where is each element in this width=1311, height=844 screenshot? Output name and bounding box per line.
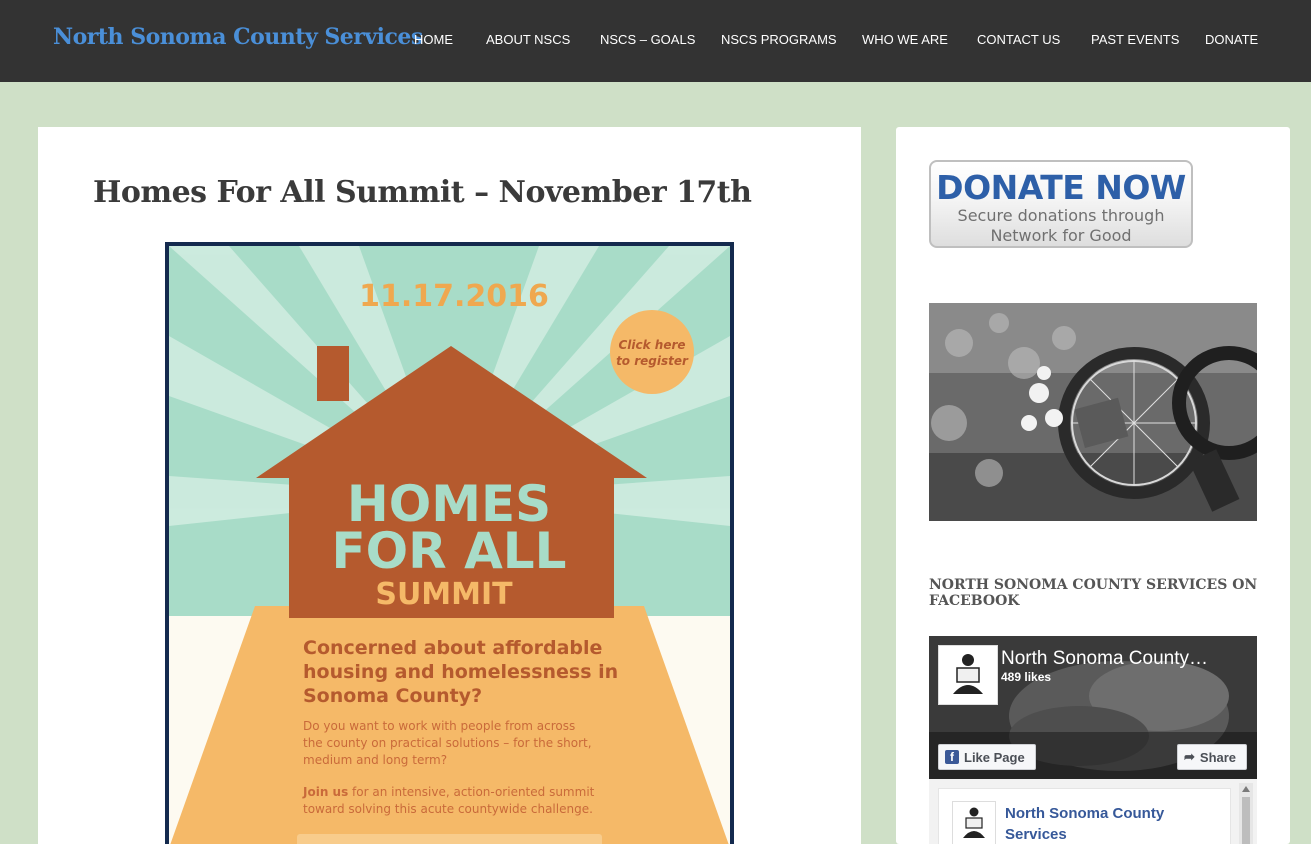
nav-contact-us[interactable]: CONTACT US: [977, 32, 1060, 50]
share-label: Share: [1199, 749, 1237, 765]
facebook-feed-name-line2: Services: [1005, 826, 1067, 843]
poster-body-line2: the county on practical solutions – for …: [303, 736, 592, 750]
nav-nscs-programs[interactable]: NSCS PROGRAMS: [721, 32, 837, 50]
nav-donate[interactable]: DONATE: [1205, 32, 1258, 50]
poster-question-line2: housing and homelessness in: [303, 661, 618, 683]
nav-who-we-are[interactable]: WHO WE ARE: [862, 32, 948, 50]
facebook-widget-title: NORTH SONOMA COUNTY SERVICES ON FACEBOOK: [929, 577, 1258, 609]
facebook-likes-count: 489 likes: [1001, 670, 1052, 684]
facebook-like-page-button[interactable]: f Like Page: [938, 744, 1036, 770]
poster-question-line3: Sonoma County?: [303, 685, 482, 707]
facebook-feed-post: North Sonoma County Services: [938, 788, 1231, 844]
nav-past-events[interactable]: PAST EVENTS: [1091, 32, 1179, 50]
facebook-page-name[interactable]: North Sonoma County…: [1001, 648, 1208, 670]
abandoned-bicycle-photo: [929, 303, 1257, 521]
facebook-feed-avatar-graphic: [953, 802, 995, 844]
scrollbar-thumb[interactable]: [1242, 797, 1250, 844]
poster-question-line1: Concerned about affordable: [303, 637, 602, 659]
facebook-share-button[interactable]: ➦ Share: [1177, 744, 1247, 770]
summit-poster-graphic: 11.17.2016 Click here to register HOMES …: [169, 246, 730, 844]
poster-register-line1: Click here: [618, 338, 685, 352]
facebook-avatar-graphic: [939, 646, 997, 704]
poster-headline-line2: FOR ALL: [332, 522, 567, 580]
donate-now-label: DONATE NOW: [936, 168, 1186, 207]
poster-register-line2: to register: [616, 354, 689, 368]
poster-body-line1: Do you want to work with people from acr…: [303, 719, 575, 733]
donate-now-button[interactable]: DONATE NOW Secure donations through Netw…: [929, 160, 1193, 248]
donate-subtext-line2: Network for Good: [990, 226, 1132, 245]
facebook-f-icon: f: [945, 750, 959, 764]
main-content: Homes For All Summit – November 17th 11.…: [38, 127, 861, 844]
poster-body-line3: medium and long term?: [303, 753, 447, 767]
facebook-feed-avatar[interactable]: [952, 801, 996, 844]
like-page-label: Like Page: [964, 749, 1025, 765]
bicycle-photo-graphic: [929, 303, 1257, 521]
site-title-link[interactable]: North Sonoma County Services: [53, 24, 423, 50]
facebook-cover-image[interactable]: North Sonoma County… 489 likes f Like Pa…: [929, 636, 1257, 779]
facebook-page-widget: North Sonoma County… 489 likes f Like Pa…: [929, 636, 1257, 844]
donate-subtext: Secure donations through Network for Goo…: [931, 206, 1191, 246]
nav-nscs-goals[interactable]: NSCS – GOALS: [600, 32, 695, 50]
site-header: North Sonoma County Services HOME ABOUT …: [0, 0, 1311, 82]
poster-date: 11.17.2016: [359, 279, 549, 314]
donate-subtext-line1: Secure donations through: [957, 206, 1165, 225]
poster-headline-line3: SUMMIT: [375, 577, 513, 612]
facebook-feed-page-name[interactable]: North Sonoma County Services: [1005, 803, 1205, 844]
nav-about-nscs[interactable]: ABOUT NSCS: [486, 32, 570, 50]
poster-join-line2: toward solving this acute countywide cha…: [303, 802, 593, 816]
facebook-feed-scrollbar[interactable]: [1239, 783, 1253, 844]
facebook-feed-name-line1: North Sonoma County: [1005, 805, 1165, 822]
scroll-up-arrow-icon[interactable]: [1242, 786, 1250, 792]
facebook-page-avatar[interactable]: [938, 645, 998, 705]
summit-poster-image[interactable]: 11.17.2016 Click here to register HOMES …: [165, 242, 734, 844]
post-title: Homes For All Summit – November 17th: [93, 175, 752, 210]
poster-join-line1: Join us for an intensive, action-oriente…: [302, 785, 595, 799]
sidebar: DONATE NOW Secure donations through Netw…: [896, 127, 1290, 844]
nav-home[interactable]: HOME: [414, 32, 453, 50]
share-arrow-icon: ➦: [1184, 749, 1195, 764]
